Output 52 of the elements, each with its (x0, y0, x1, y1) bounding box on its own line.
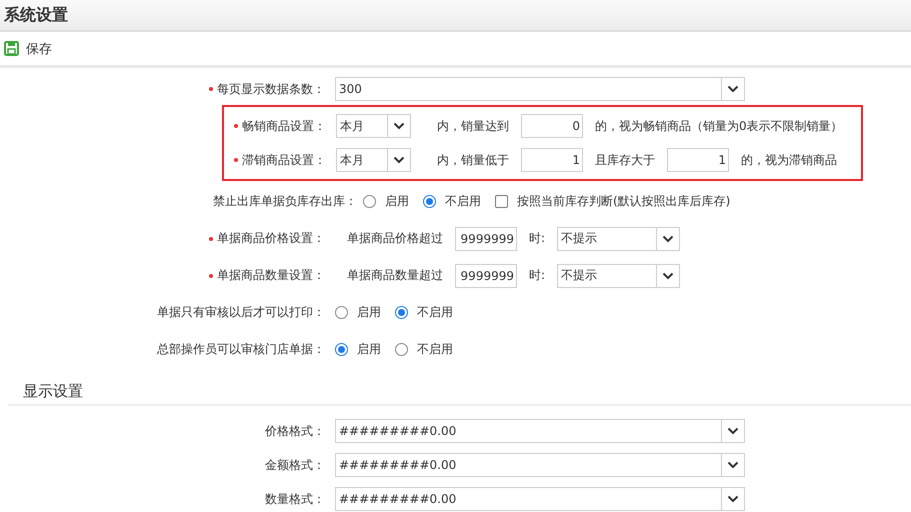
chevron-down-icon (727, 495, 739, 503)
chevron-down-icon (727, 461, 739, 469)
save-icon (4, 41, 19, 56)
number-input[interactable]: 9999999 (455, 264, 517, 288)
number-input[interactable]: 1 (667, 148, 729, 172)
dropdown[interactable]: #########0.00 (335, 419, 745, 443)
field-text: 内，销量低于 (437, 152, 509, 168)
dropdown[interactable]: 不提示 (557, 264, 680, 288)
dropdown[interactable]: 本月 (336, 114, 411, 138)
chevron-down-icon (662, 272, 674, 280)
field-label: 每页显示数据条数： (217, 80, 325, 98)
field-text: 的，视为滞销商品 (741, 152, 837, 168)
dropdown[interactable]: 本月 (336, 148, 411, 172)
field-label: 价格格式： (265, 422, 325, 440)
field-label: 禁止出库单据负库存出库： (213, 193, 357, 210)
chevron-down-icon (662, 234, 674, 242)
chevron-down-icon (727, 427, 739, 435)
save-button[interactable]: 保存 (4, 40, 52, 58)
field-text: 的，视为畅销商品（销量为0表示不限制销量） (595, 118, 843, 134)
field-text: 且库存大于 (595, 152, 655, 168)
field-text: 时: (529, 230, 546, 247)
field-label: 金额格式： (265, 456, 325, 474)
field-label: 畅销商品设置： (242, 118, 326, 134)
field-text: 时: (529, 267, 546, 284)
number-input[interactable]: 9999999 (455, 226, 517, 250)
field-text: 单据商品数量超过 (347, 267, 443, 284)
field-label: 滞销商品设置： (242, 152, 326, 168)
dropdown[interactable]: 300 (335, 77, 745, 101)
field-label: 数量格式： (265, 490, 325, 508)
radio-option[interactable]: 启用 (335, 341, 381, 358)
field-text: 单据商品价格超过 (347, 230, 443, 247)
radio-option[interactable]: 不启用 (423, 193, 481, 210)
field-label: 单据只有审核以后才可以打印： (157, 304, 325, 321)
number-input[interactable]: 1 (521, 148, 583, 172)
dropdown[interactable]: #########0.00 (335, 453, 745, 477)
section-title: 显示设置 (23, 382, 83, 400)
radio-option[interactable]: 启用 (335, 304, 381, 321)
radio-option[interactable]: 启用 (363, 193, 409, 210)
chevron-down-icon (393, 156, 405, 164)
checkbox-option[interactable]: 按照当前库存判断(默认按照出库后库存) (495, 193, 730, 210)
field-label: 总部操作员可以审核门店单据： (157, 341, 325, 358)
field-label: 单据商品价格设置： (217, 230, 325, 247)
dropdown[interactable]: #########0.00 (335, 487, 745, 511)
window-title: 系统设置 (4, 4, 68, 26)
chevron-down-icon (727, 85, 739, 93)
radio-option[interactable]: 不启用 (395, 304, 453, 321)
dropdown[interactable]: 不提示 (557, 226, 680, 250)
field-text: 内，销量达到 (437, 118, 509, 134)
number-input[interactable]: 0 (521, 114, 583, 138)
radio-option[interactable]: 不启用 (395, 341, 453, 358)
field-label: 单据商品数量设置： (217, 267, 325, 284)
chevron-down-icon (393, 122, 405, 130)
